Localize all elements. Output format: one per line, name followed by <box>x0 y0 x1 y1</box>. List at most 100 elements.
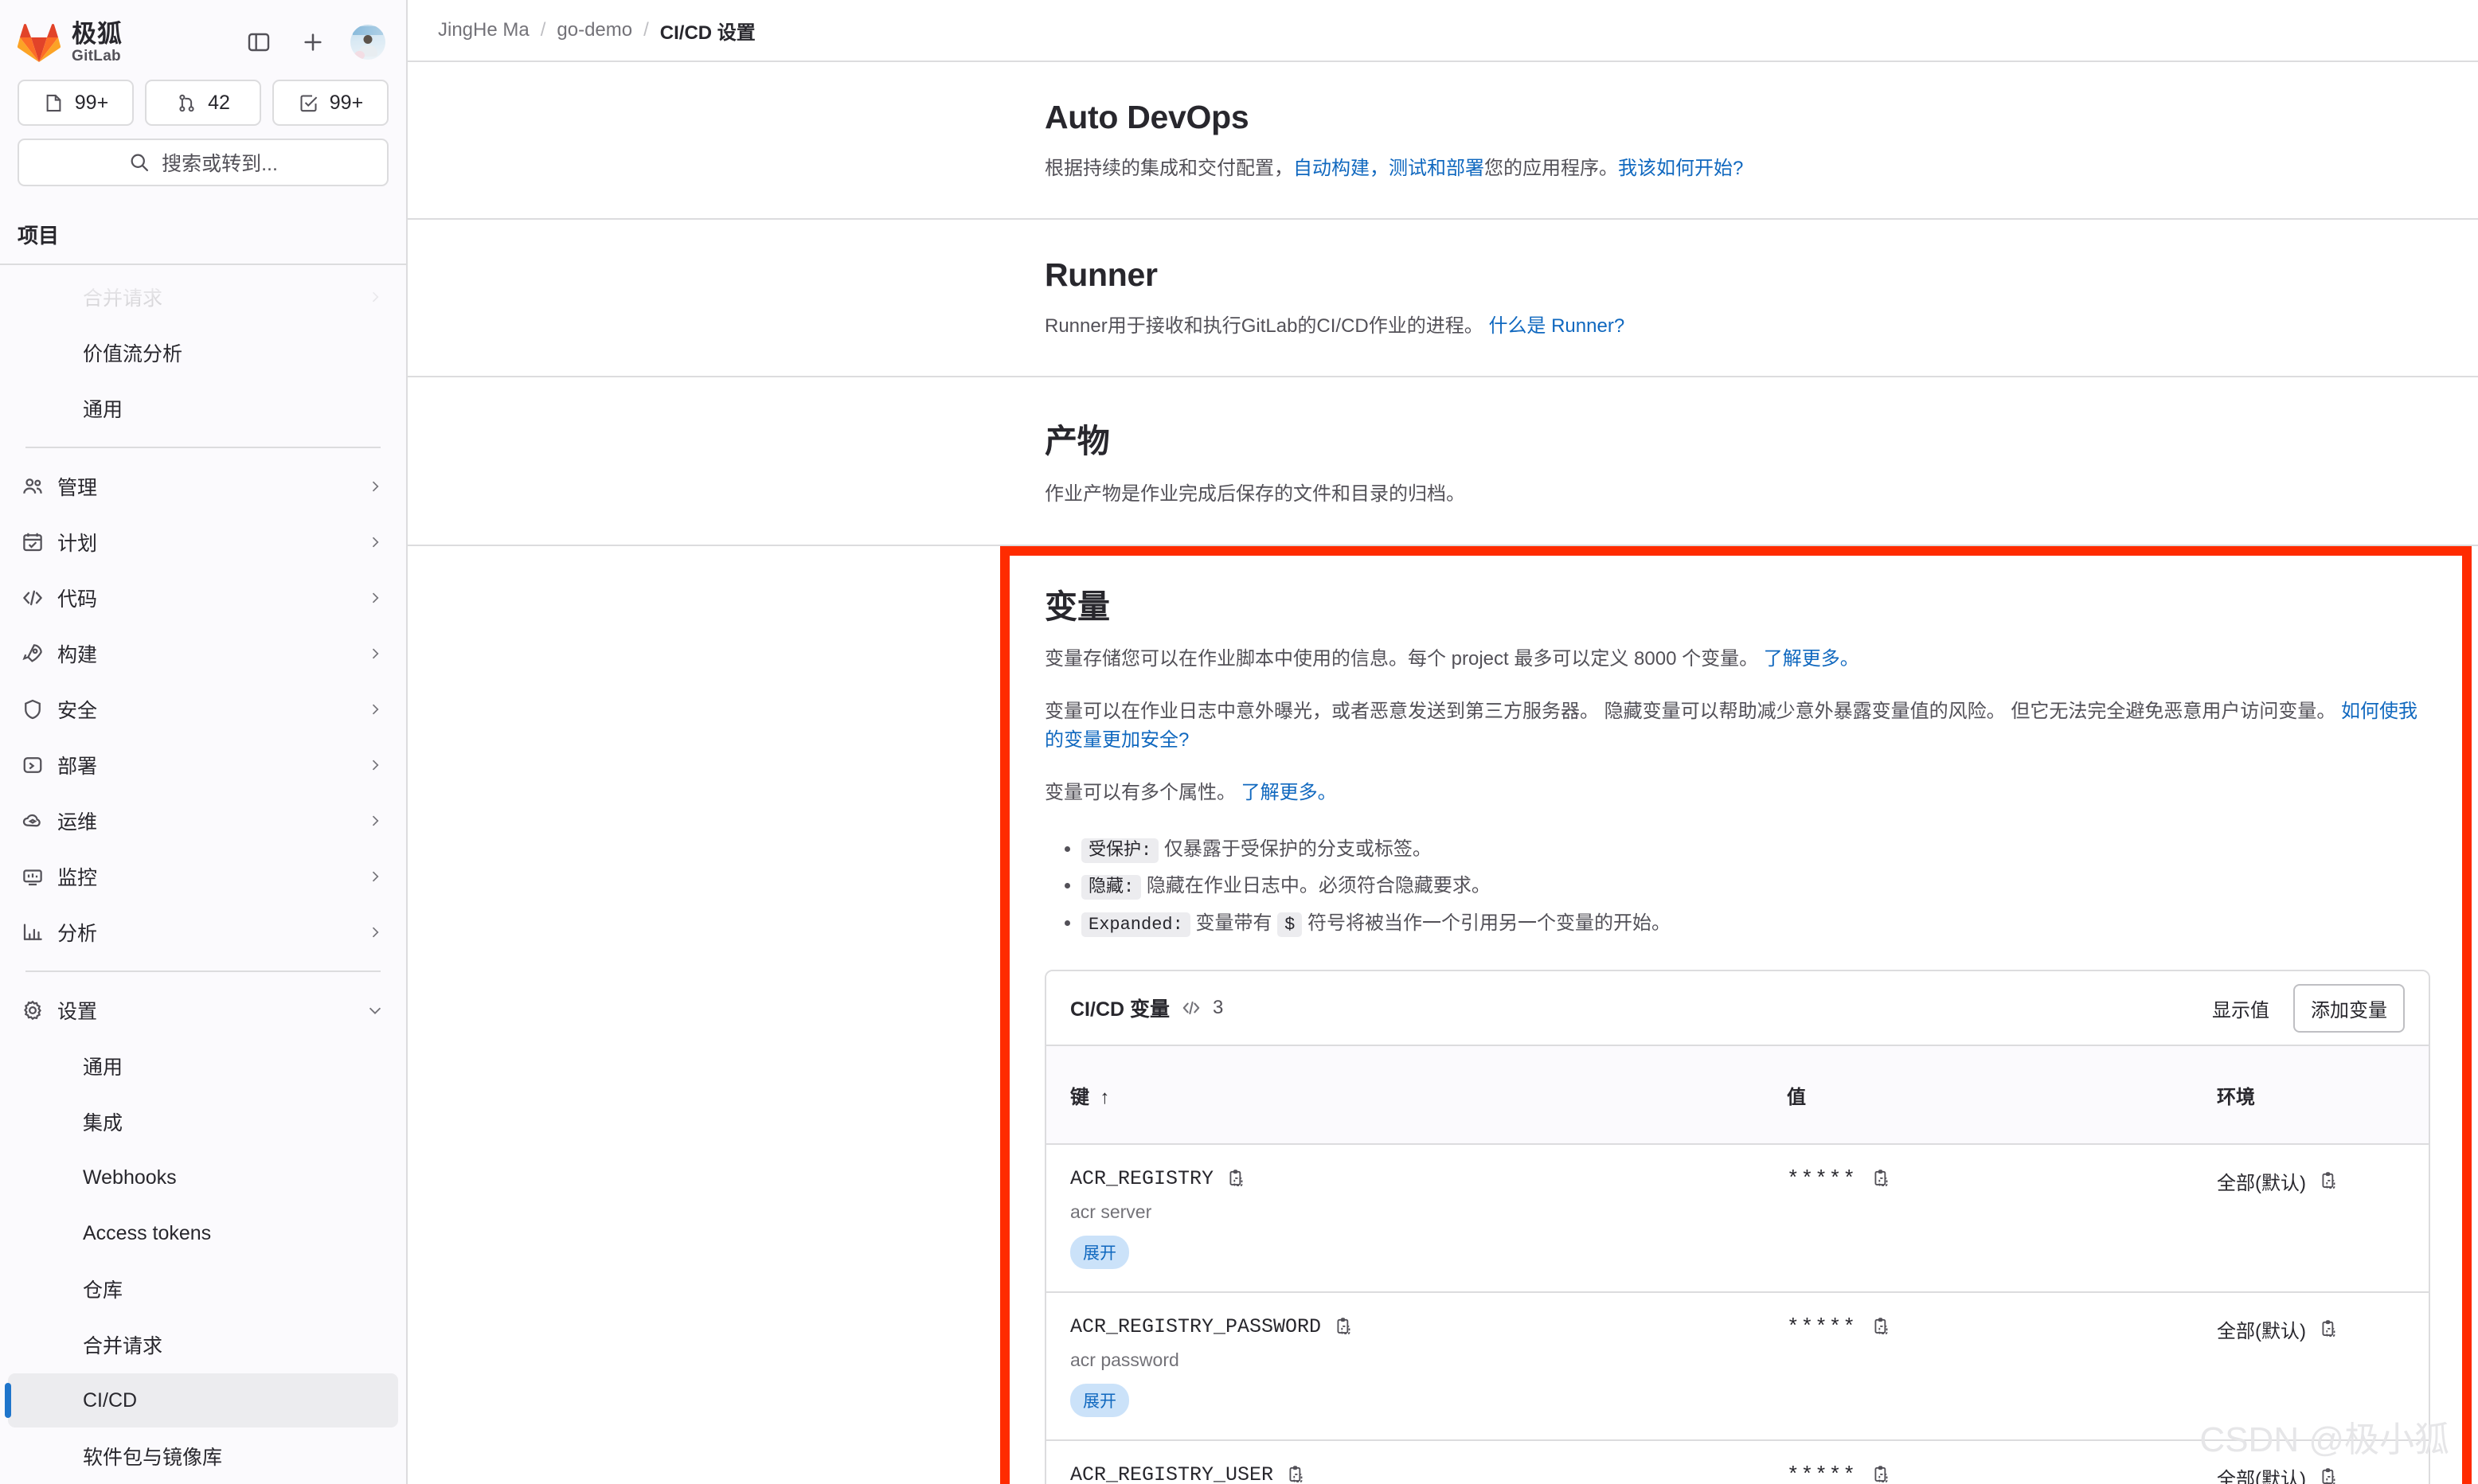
sidebar-item-settings[interactable]: 设置 <box>8 983 398 1037</box>
panel-toggle-icon[interactable] <box>242 25 276 59</box>
sidebar-item-settings-access-tokens[interactable]: Access tokens <box>8 1206 398 1260</box>
cell-environment: 全部(默认) <box>2193 1144 2429 1294</box>
sidebar-item-label: 监控 <box>57 867 98 889</box>
auto-devops-desc-2: 您的应用程序。 <box>1484 158 1618 179</box>
sidebar-item-settings-webhooks[interactable]: Webhooks <box>8 1150 398 1205</box>
breadcrumb-separator: / <box>643 19 649 41</box>
sidebar-item-value-stream[interactable]: 价值流分析 <box>8 326 398 380</box>
sidebar-top: 极狐 GitLab 99+ 42 99+ 搜索或转到... <box>0 0 406 186</box>
copy-icon[interactable] <box>1871 1169 1892 1189</box>
variables-card-header: CI/CD 变量 3 显示值 添加变量 <box>1046 971 2429 1045</box>
chart-icon <box>21 920 57 944</box>
breadcrumb-project[interactable]: go-demo <box>557 19 632 41</box>
brand-name-en: GitLab <box>72 47 121 64</box>
variables-attribute-list: 受保护: 仅暴露于受保护的分支或标签。 隐藏: 隐藏在作业日志中。必须符合隐藏要… <box>1081 831 2430 943</box>
protected-text: 仅暴露于受保护的分支或标签。 <box>1163 838 1432 860</box>
page-title: Auto DevOps <box>1045 99 1249 135</box>
user-avatar[interactable] <box>350 25 385 60</box>
sidebar-item-label: 集成 <box>83 1112 123 1134</box>
variables-table-body: ACR_REGISTRY acr server 展开 ***** 全部(默认) … <box>1046 1144 2429 1484</box>
copy-icon[interactable] <box>1871 1317 1892 1338</box>
sidebar-item-label: 部署 <box>57 756 98 778</box>
auto-devops-desc-1: 根据持续的集成和交付配置， <box>1045 158 1293 179</box>
list-item: 受保护: 仅暴露于受保护的分支或标签。 <box>1081 831 2430 869</box>
sidebar-item-settings-cicd[interactable]: CI/CD <box>5 1373 398 1427</box>
add-variable-button[interactable]: 添加变量 <box>2293 983 2405 1033</box>
variables-paragraph-2: 变量可以在作业日志中意外曝光，或者恶意发送到第三方服务器。 隐藏变量可以帮助减少… <box>1045 697 2430 755</box>
copy-icon[interactable] <box>2319 1467 2339 1484</box>
variables-para1-link[interactable]: 了解更多。 <box>1764 648 1859 670</box>
artifacts-description: 作业产物是作业完成后保存的文件和目录的归档。 <box>1045 483 1465 506</box>
sidebar-item-label: 软件包与镜像库 <box>83 1447 223 1469</box>
variable-environment: 全部(默认) <box>2217 1321 2306 1343</box>
sidebar-item-settings-repository[interactable]: 仓库 <box>8 1262 398 1316</box>
issues-icon <box>46 94 61 111</box>
sidebar-item-plan[interactable]: 计划 <box>8 515 398 569</box>
search-icon <box>131 154 149 172</box>
sidebar-item-label: Access tokens <box>83 1221 212 1244</box>
sidebar-item-label: 管理 <box>57 477 98 499</box>
counter-row: 99+ 42 99+ <box>18 80 389 126</box>
sidebar-item-monitor[interactable]: 监控 <box>8 849 398 904</box>
breadcrumb-current: CI/CD 设置 <box>659 21 756 44</box>
cell-environment: 全部(默认) <box>2193 1292 2429 1442</box>
sidebar-item-security[interactable]: 安全 <box>8 682 398 736</box>
table-header-row: 键 ↑ 值 环境 操作 <box>1046 1045 2429 1146</box>
runner-link-what-is[interactable]: 什么是 Runner? <box>1488 315 1624 337</box>
search-placeholder: 搜索或转到... <box>162 153 278 175</box>
list-item: 隐藏: 隐藏在作业日志中。必须符合隐藏要求。 <box>1081 868 2430 905</box>
chevron-right-icon <box>363 646 387 662</box>
expanded-badge: Expanded: <box>1081 912 1190 938</box>
variables-table: 键 ↑ 值 环境 操作 <box>1046 1045 2429 1484</box>
sidebar-item-settings-merge-requests[interactable]: 合并请求 <box>8 1318 398 1372</box>
chevron-right-icon <box>363 534 387 550</box>
auto-devops-link-howto[interactable]: 我该如何开始? <box>1618 158 1743 179</box>
breadcrumb-owner[interactable]: JingHe Ma <box>438 19 530 41</box>
sidebar-section-title: 项目 <box>0 204 406 265</box>
sidebar-item-deploy[interactable]: 部署 <box>8 738 398 792</box>
sidebar-item-code[interactable]: 代码 <box>8 571 398 625</box>
sidebar-item-settings-packages[interactable]: 软件包与镜像库 <box>8 1429 398 1483</box>
auto-devops-link-build[interactable]: 自动构建，测试和部署 <box>1293 158 1484 179</box>
sidebar-item-analyze[interactable]: 分析 <box>8 905 398 959</box>
sidebar-item-build[interactable]: 构建 <box>8 627 398 681</box>
sidebar-item-operate[interactable]: 运维 <box>8 794 398 848</box>
column-key[interactable]: 键 ↑ <box>1046 1045 1763 1146</box>
shield-icon <box>21 697 57 721</box>
protected-badge: 受保护: <box>1081 838 1159 863</box>
copy-icon[interactable] <box>1871 1465 1892 1484</box>
breadcrumb-separator: / <box>540 19 546 41</box>
plus-icon[interactable] <box>296 25 330 59</box>
todos-count: 99+ <box>329 91 364 114</box>
search-input[interactable]: 搜索或转到... <box>18 139 389 186</box>
brand-name-cn: 极狐 <box>72 19 123 48</box>
sidebar-item-manage[interactable]: 管理 <box>8 459 398 514</box>
reveal-values-button[interactable]: 显示值 <box>2212 994 2269 1022</box>
sidebar-item-settings-general[interactable]: 通用 <box>8 1039 398 1093</box>
variable-description: acr server <box>1070 1201 1152 1223</box>
sidebar-item-settings-integrations[interactable]: 集成 <box>8 1095 398 1149</box>
sidebar-scroll[interactable]: 合并请求 价值流分析 通用 管理 <box>0 265 406 1484</box>
todos-counter[interactable]: 99+ <box>272 80 389 126</box>
copy-icon[interactable] <box>2319 1171 2339 1192</box>
copy-icon[interactable] <box>1286 1465 1307 1484</box>
masked-value: ***** <box>1787 1167 2169 1191</box>
brand-logo[interactable]: 极狐 GitLab <box>18 21 242 64</box>
variable-key: ACR_REGISTRY_USER <box>1070 1463 1274 1484</box>
hidden-text: 隐藏在作业日志中。必须符合隐藏要求。 <box>1146 875 1491 897</box>
sidebar-actions <box>242 25 389 60</box>
copy-icon[interactable] <box>1334 1317 1354 1338</box>
variables-card-actions: 显示值 添加变量 <box>2212 983 2405 1033</box>
copy-icon[interactable] <box>1226 1169 1247 1189</box>
variables-para3-link[interactable]: 了解更多。 <box>1241 782 1337 803</box>
chevron-right-icon <box>363 590 387 606</box>
cell-key: ACR_REGISTRY_USER <box>1046 1440 1763 1484</box>
issues-counter[interactable]: 99+ <box>18 80 134 126</box>
sidebar-item-general-top[interactable]: 通用 <box>8 381 398 435</box>
copy-icon[interactable] <box>2319 1319 2339 1340</box>
masked-value: ***** <box>1787 1463 2169 1484</box>
sidebar-item-label: 通用 <box>83 399 123 421</box>
variable-key: ACR_REGISTRY_PASSWORD <box>1070 1315 1322 1339</box>
chevron-right-icon <box>363 924 387 940</box>
merge-requests-counter[interactable]: 42 <box>145 80 261 126</box>
